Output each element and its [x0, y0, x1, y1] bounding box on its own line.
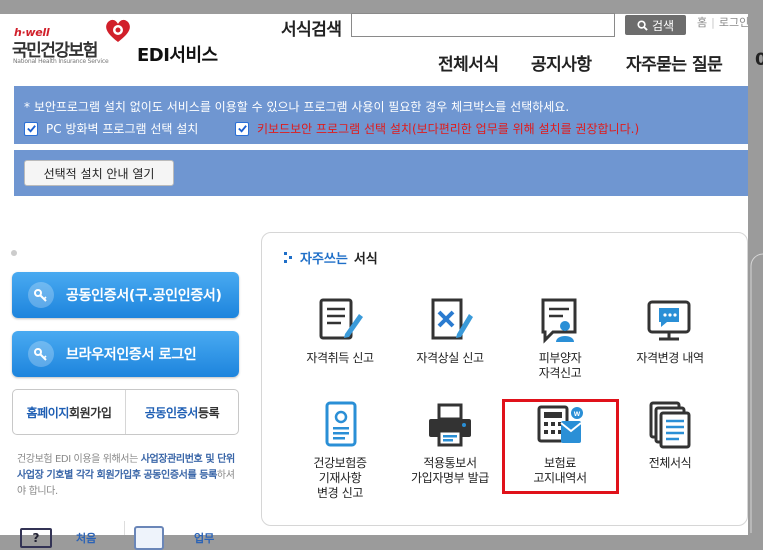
dependent-form-icon: [532, 295, 588, 345]
slider-dot: [11, 250, 17, 256]
nav-faq[interactable]: 자주묻는 질문: [626, 50, 723, 75]
next-panel-edge: [750, 253, 763, 533]
form-edit-icon: [312, 295, 368, 345]
keyboard-security-checkbox[interactable]: [235, 121, 249, 136]
cert-login-button[interactable]: 공동인증서(구.공인인증서): [12, 272, 239, 318]
security-notice-text: * 보안프로그램 설치 없이도 서비스를 이용할 수 있으나 프로그램 사용이 …: [24, 100, 570, 114]
printer-icon: [422, 400, 478, 450]
firewall-option[interactable]: PC 방화벽 프로그램 선택 설치: [24, 120, 198, 137]
fav-item-label: 자격변경 내역: [636, 351, 704, 365]
favorite-forms-title: 자주쓰는 서식: [284, 248, 378, 267]
nav-all-forms[interactable]: 전체서식: [438, 50, 499, 75]
service-title: EDI서비스: [137, 45, 218, 66]
business-guide-icon[interactable]: [134, 526, 164, 550]
first-visit-label[interactable]: 처음: [76, 530, 96, 546]
title-bullet-icon: [284, 251, 294, 264]
link-separator: |: [711, 16, 715, 29]
home-link[interactable]: 홈: [697, 16, 707, 29]
cert-register-label-rest: 등록: [197, 405, 220, 420]
selection-highlight: [502, 399, 619, 494]
fav-item-label: 건강보험증 기재사항 변경 신고: [313, 456, 367, 500]
browser-cert-login-button[interactable]: 브라우저인증서 로그인: [12, 331, 239, 377]
keyboard-security-option-label: 키보드보안 프로그램 선택 설치(보다편리한 업무를 위해 설치를 권장합니다.…: [257, 122, 640, 136]
fav-item-acquisition[interactable]: 자격취득 신고: [281, 295, 399, 366]
fav-item-dependent[interactable]: 피부양자 자격신고: [501, 295, 619, 381]
window-frame-top: [0, 0, 763, 14]
logo-org-name-en: National Health Insurance Service: [13, 58, 109, 65]
fav-item-all-forms[interactable]: 전체서식: [611, 400, 729, 471]
membership-notice: 건강보험 EDI 이용을 위해서는 사업장관리번호 및 단위 사업장 기호별 각…: [17, 452, 242, 500]
cert-login-label: 공동인증서(구.공인인증서): [66, 288, 222, 304]
browser-cert-login-label: 브라우저인증서 로그인: [66, 347, 197, 363]
search-icon: [637, 19, 648, 31]
cert-register-label-blue: 공동인증서: [144, 405, 199, 420]
search-input[interactable]: [351, 13, 615, 37]
install-guide-button[interactable]: 선택적 설치 안내 열기: [24, 160, 174, 186]
cert-register-link[interactable]: 공동인증서 등록: [126, 390, 238, 434]
login-link[interactable]: 로그인: [719, 16, 749, 29]
business-guide-label[interactable]: 업무: [194, 530, 214, 546]
membership-notice-text: 건강보험 EDI 이용을 위해서는: [17, 454, 141, 465]
window-frame-bottom: [0, 535, 763, 550]
help-question-icon[interactable]: ?: [20, 528, 52, 548]
search-button[interactable]: 검색: [625, 15, 686, 35]
fav-item-change-history[interactable]: 자격변경 내역: [611, 295, 729, 366]
fav-item-label: 피부양자 자격신고: [538, 351, 582, 380]
nav-item-partial[interactable]: 0: [755, 50, 763, 70]
search-label: 서식검색: [281, 20, 342, 40]
fav-item-label: 전체서식: [648, 456, 692, 470]
join-box: 홈페이지 회원가입 공동인증서 등록: [12, 389, 239, 435]
membership-notice-highlight: 공동인증서를 등록: [143, 470, 217, 481]
insurance-card-icon: [312, 400, 368, 450]
fav-item-loss[interactable]: 자격상실 신고: [391, 295, 509, 366]
homepage-join-label-blue: 홈페이지: [26, 405, 69, 420]
homepage-join-link[interactable]: 홈페이지 회원가입: [13, 390, 126, 434]
search-button-label: 검색: [651, 18, 675, 33]
fav-item-roster-issue[interactable]: 적용통보서 가입자명부 발급: [391, 400, 509, 486]
documents-stack-icon: [642, 400, 698, 450]
key-icon: [28, 282, 54, 308]
utility-links: 홈 | 로그인: [697, 14, 749, 30]
homepage-join-label-rest: 회원가입: [69, 405, 112, 420]
logo-heart-icon: [104, 18, 132, 44]
divider: [124, 521, 125, 535]
nav-notices[interactable]: 공지사항: [531, 50, 592, 75]
key-icon: [28, 341, 54, 367]
fav-item-label: 적용통보서 가입자명부 발급: [411, 456, 489, 485]
fav-item-card-change[interactable]: 건강보험증 기재사항 변경 신고: [281, 400, 399, 501]
fav-item-label: 자격취득 신고: [306, 351, 374, 365]
firewall-option-label: PC 방화벽 프로그램 선택 설치: [46, 122, 199, 136]
form-cancel-icon: [422, 295, 478, 345]
monitor-chat-icon: [642, 295, 698, 345]
favorite-forms-title-rest: 서식: [353, 252, 378, 267]
fav-item-label: 자격상실 신고: [416, 351, 484, 365]
favorite-forms-title-blue: 자주쓰는: [300, 252, 348, 267]
keyboard-security-option[interactable]: 키보드보안 프로그램 선택 설치(보다편리한 업무를 위해 설치를 권장합니다.…: [235, 120, 639, 137]
firewall-checkbox[interactable]: [24, 121, 38, 136]
